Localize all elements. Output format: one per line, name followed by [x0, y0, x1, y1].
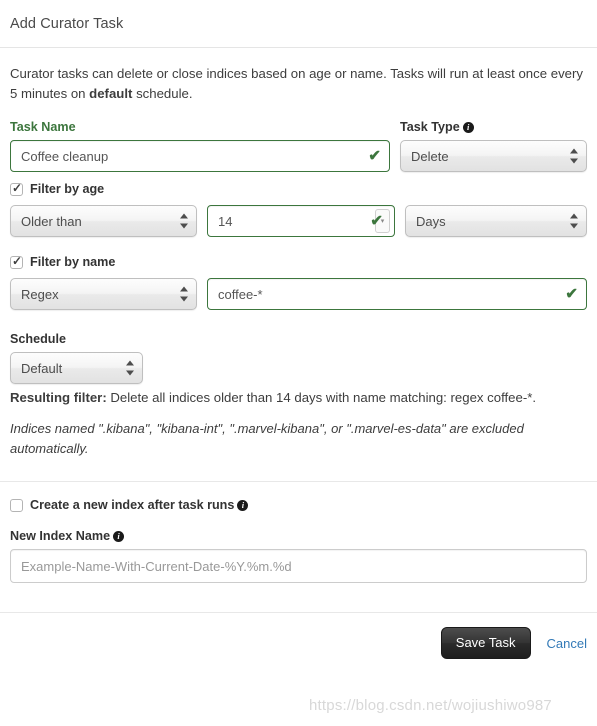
intro-text: Curator tasks can delete or close indice… — [10, 64, 586, 104]
new-index-section: Create a new index after task runs i New … — [0, 482, 597, 583]
age-unit-select-wrap: Days — [405, 205, 587, 237]
schedule-select[interactable]: Default — [10, 352, 143, 384]
filter-by-name-checkbox[interactable] — [10, 254, 23, 269]
task-type-select[interactable]: Delete — [400, 140, 587, 172]
new-index-name-label-text: New Index Name — [10, 529, 111, 543]
age-controls-row: Older than ▾ ✔ Days — [10, 205, 587, 237]
modal-header: Add Curator Task — [0, 0, 597, 48]
create-new-index-label-text: Create a new index after task runs — [30, 498, 235, 512]
resulting-filter-text: Resulting filter: Delete all indices old… — [10, 388, 587, 407]
filter-by-age-label: Filter by age — [30, 182, 105, 196]
age-operator-select[interactable]: Older than — [10, 205, 197, 237]
resulting-filter-body: Delete all indices older than 14 days wi… — [106, 390, 537, 405]
spacer-bottom — [0, 583, 597, 612]
filter-by-age-checkbox[interactable] — [10, 181, 23, 196]
page-title: Add Curator Task — [10, 15, 124, 32]
task-type-label-text: Task Type — [400, 120, 460, 134]
task-name-input[interactable] — [10, 140, 390, 172]
new-index-name-label: New Index Name i — [10, 529, 587, 544]
resulting-filter-prefix: Resulting filter: — [10, 390, 107, 405]
create-new-index-checkbox[interactable] — [10, 499, 23, 512]
task-name-group: Task Name ✔ — [10, 120, 390, 172]
task-type-group: Task Type i Delete — [400, 120, 587, 172]
excluded-indices-note: Indices named ".kibana", "kibana-int", "… — [10, 421, 524, 456]
info-icon[interactable]: i — [113, 531, 125, 542]
task-name-type-row: Task Name ✔ Task Typei Delete — [10, 120, 587, 172]
name-controls-row: Regex ✔ — [10, 278, 587, 310]
save-task-button[interactable]: Save Task — [440, 627, 531, 659]
age-operator-select-wrap: Older than — [10, 205, 197, 237]
modal-footer: Save Task Cancel — [0, 613, 597, 673]
modal-body: Curator tasks can delete or close indice… — [0, 48, 597, 459]
name-match-select-wrap: Regex — [10, 278, 197, 310]
new-index-name-input[interactable] — [10, 549, 587, 583]
task-type-select-wrap: Delete — [400, 140, 587, 172]
age-amount-input-wrap: ▾ ✔ — [207, 205, 395, 237]
filter-by-name-label: Filter by name — [30, 255, 116, 269]
intro-text-bold: default — [89, 86, 133, 101]
age-amount-input[interactable] — [207, 205, 395, 237]
intro-text-after: schedule. — [132, 86, 193, 101]
new-index-name-input-wrap — [10, 549, 587, 583]
watermark-text: https://blog.csdn.net/wojiushiwo987 — [309, 697, 552, 714]
age-unit-select[interactable]: Days — [405, 205, 587, 237]
task-name-label: Task Name — [10, 120, 76, 134]
task-type-label: Task Type i — [400, 120, 587, 135]
cancel-button[interactable]: Cancel — [547, 636, 587, 651]
filter-by-age-row[interactable]: Filter by age — [10, 181, 587, 197]
create-new-index-label: Create a new index after task runs i — [30, 498, 249, 513]
name-match-select[interactable]: Regex — [10, 278, 197, 310]
schedule-label: Schedule — [10, 332, 66, 346]
schedule-select-wrap: Default — [10, 352, 143, 384]
task-name-input-wrap: ✔ — [10, 140, 390, 172]
name-pattern-input-wrap: ✔ — [207, 278, 587, 310]
create-new-index-row[interactable]: Create a new index after task runs i — [10, 498, 587, 513]
info-icon[interactable]: i — [462, 122, 474, 133]
name-pattern-input[interactable] — [207, 278, 587, 310]
filter-by-name-row[interactable]: Filter by name — [10, 254, 587, 270]
info-icon[interactable]: i — [237, 500, 249, 511]
